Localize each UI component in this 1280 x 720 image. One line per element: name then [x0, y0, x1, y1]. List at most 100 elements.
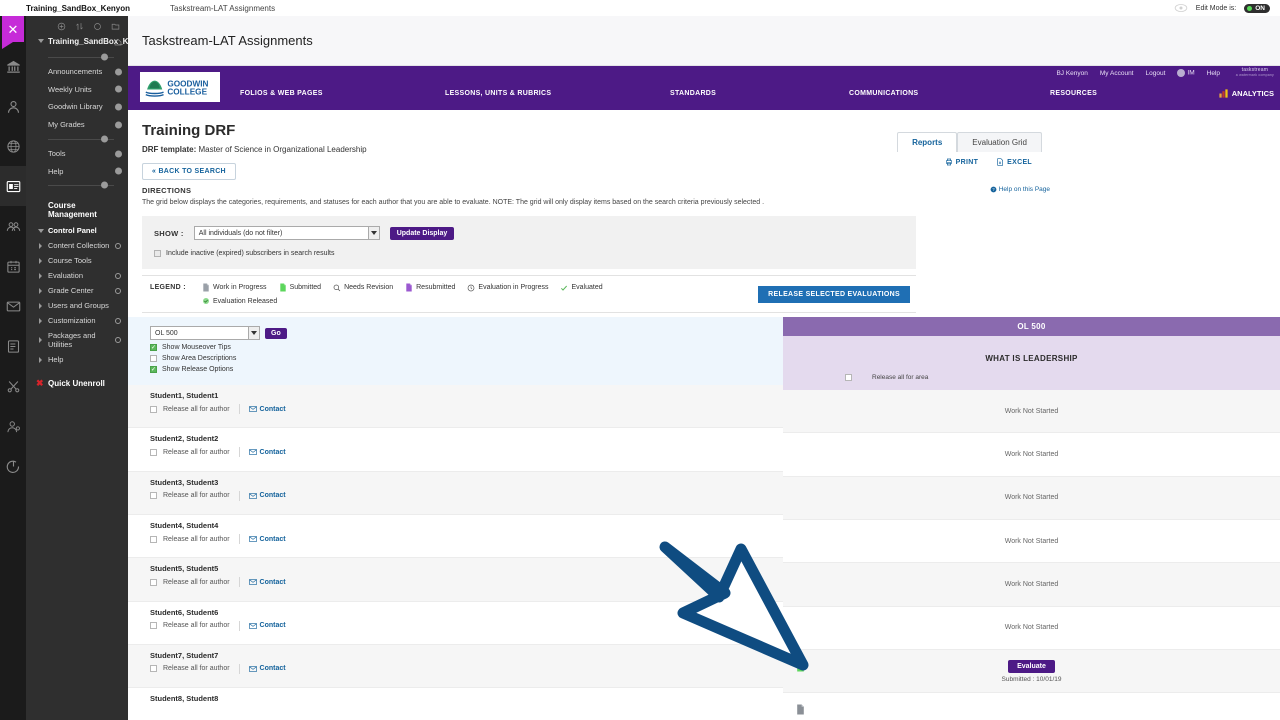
home-icon[interactable]	[114, 38, 122, 50]
nav-link-resources[interactable]: RESOURCES	[1050, 90, 1097, 97]
organizations-icon[interactable]	[0, 206, 26, 246]
nav-link-folios-web-pages[interactable]: FOLIOS & WEB PAGES	[240, 90, 323, 97]
course-menu-title[interactable]: Training_SandBox_Kenyon	[26, 35, 152, 52]
expand-icon[interactable]	[115, 287, 121, 294]
folder-icon[interactable]	[111, 22, 120, 31]
contact-link[interactable]: Contact	[248, 579, 286, 586]
panel-item-customization[interactable]: Customization	[26, 313, 128, 328]
menu-dot-icon[interactable]	[115, 103, 122, 111]
im-link[interactable]: IM	[1177, 69, 1195, 77]
institution-icon[interactable]	[0, 46, 26, 86]
course-menu-item-announcements[interactable]: Announcements	[26, 63, 128, 81]
analytics-link[interactable]: ANALYTICS	[1218, 88, 1274, 99]
control-panel-toggle[interactable]: Control Panel	[26, 223, 128, 238]
tools-icon[interactable]	[0, 366, 26, 406]
messages-icon[interactable]	[0, 286, 26, 326]
calendar-icon[interactable]	[0, 246, 26, 286]
expand-icon[interactable]	[115, 337, 121, 344]
contact-link[interactable]: Contact	[248, 492, 286, 499]
browser-tab-active[interactable]: Training_SandBox_Kenyon	[26, 4, 130, 13]
logout-link[interactable]: Logout	[1146, 70, 1166, 77]
edit-mode-toggle[interactable]: ON	[1244, 3, 1270, 13]
option-show-area-descriptions[interactable]: Show Area Descriptions	[150, 355, 783, 363]
panel-item-content-collection[interactable]: Content Collection	[26, 238, 128, 253]
add-item-icon[interactable]	[57, 22, 66, 31]
menu-dot-icon[interactable]	[115, 167, 122, 175]
menu-dot-icon[interactable]	[101, 135, 108, 143]
profile-icon[interactable]	[0, 86, 26, 126]
logout-icon[interactable]	[0, 446, 26, 486]
close-menu-icon[interactable]: ✕	[2, 16, 24, 49]
menu-dot-icon[interactable]	[115, 85, 122, 93]
area-descriptions-checkbox[interactable]	[150, 355, 157, 363]
quick-unenroll-link[interactable]: ✖ Quick Unenroll	[26, 367, 128, 392]
tasks-icon[interactable]	[0, 326, 26, 366]
menu-dot-icon[interactable]	[101, 53, 108, 61]
courses-icon[interactable]	[0, 166, 26, 206]
browser-tab-secondary[interactable]: Taskstream-LAT Assignments	[170, 4, 275, 13]
help-on-this-page-link[interactable]: ? Help on this Page	[990, 186, 1050, 193]
update-display-button[interactable]: Update Display	[389, 226, 455, 240]
user-name-link[interactable]: BJ Kenyon	[1056, 70, 1087, 77]
menu-dot-icon[interactable]	[115, 68, 122, 76]
panel-item-course-tools[interactable]: Course Tools	[26, 253, 128, 268]
course-menu-item-weekly-units[interactable]: Weekly Units	[26, 81, 128, 99]
menu-dot-icon[interactable]	[101, 181, 108, 189]
support-icon[interactable]	[0, 406, 26, 446]
contact-link[interactable]: Contact	[248, 449, 286, 456]
nav-link-lessons-units-rubrics[interactable]: LESSONS, UNITS & RUBRICS	[445, 90, 551, 97]
panel-item-grade-center[interactable]: Grade Center	[26, 283, 128, 298]
include-inactive-row[interactable]: Include inactive (expired) subscribers i…	[154, 250, 904, 258]
reorder-icon[interactable]	[75, 22, 84, 31]
evaluate-button[interactable]: Evaluate	[1008, 659, 1055, 673]
option-show-release-options[interactable]: ✓ Show Release Options	[150, 366, 783, 374]
print-button[interactable]: PRINT	[945, 158, 979, 166]
panel-item-help[interactable]: Help	[26, 352, 128, 367]
option-show-mouseover-tips[interactable]: ✓ Show Mouseover Tips	[150, 344, 783, 352]
expand-icon[interactable]	[115, 242, 121, 249]
contact-link[interactable]: Contact	[248, 665, 286, 672]
include-inactive-checkbox[interactable]	[154, 250, 161, 258]
contact-link[interactable]: Contact	[248, 622, 286, 629]
refresh-icon[interactable]	[93, 22, 102, 31]
course-menu-item-help[interactable]: Help	[26, 163, 128, 181]
expand-icon[interactable]	[115, 317, 121, 324]
help-link[interactable]: Help	[1207, 70, 1220, 77]
expand-icon[interactable]	[115, 272, 121, 279]
course-menu-item-goodwin-library[interactable]: Goodwin Library	[26, 98, 128, 116]
global-nav-rail[interactable]	[0, 16, 26, 720]
release-all-area-checkbox[interactable]	[845, 374, 852, 382]
release-all-author-checkbox[interactable]	[150, 622, 157, 630]
release-all-area-row[interactable]: Release all for area	[845, 374, 928, 382]
release-options-checkbox[interactable]: ✓	[150, 366, 157, 374]
mouseover-tips-checkbox[interactable]: ✓	[150, 344, 157, 352]
tab-evaluation-grid[interactable]: Evaluation Grid	[957, 132, 1042, 152]
preview-eye-icon[interactable]	[1174, 3, 1188, 13]
menu-dot-icon[interactable]	[115, 121, 122, 129]
panel-item-users-and-groups[interactable]: Users and Groups	[26, 298, 128, 313]
panel-item-packages-and-utilities[interactable]: Packages and Utilities	[26, 328, 128, 352]
panel-item-evaluation[interactable]: Evaluation	[26, 268, 128, 283]
release-all-author-checkbox[interactable]	[150, 535, 157, 543]
release-all-author-checkbox[interactable]	[150, 492, 157, 500]
menu-dot-icon[interactable]	[115, 150, 122, 158]
release-all-author-checkbox[interactable]	[150, 578, 157, 586]
tab-reports[interactable]: Reports	[897, 132, 958, 152]
chevron-down-icon[interactable]	[367, 227, 379, 240]
release-selected-evaluations-button[interactable]: RELEASE SELECTED EVALUATIONS	[758, 286, 910, 304]
contact-link[interactable]: Contact	[248, 406, 286, 413]
nav-link-communications[interactable]: COMMUNICATIONS	[849, 90, 918, 97]
go-button[interactable]: Go	[265, 327, 287, 339]
course-menu-toolbar[interactable]	[26, 16, 128, 35]
course-menu-item-tools[interactable]: Tools	[26, 145, 128, 163]
course-select[interactable]: OL 500	[150, 326, 260, 341]
nav-link-standards[interactable]: STANDARDS	[670, 90, 716, 97]
contact-link[interactable]: Contact	[248, 536, 286, 543]
release-all-author-checkbox[interactable]	[150, 448, 157, 456]
chevron-down-icon[interactable]	[248, 327, 259, 340]
back-to-search-button[interactable]: « BACK TO SEARCH	[142, 163, 236, 180]
show-filter-select[interactable]: All individuals (do not filter)	[193, 226, 380, 241]
release-all-author-checkbox[interactable]	[150, 665, 157, 673]
globe-icon[interactable]	[0, 126, 26, 166]
course-menu-item-my-grades[interactable]: My Grades	[26, 116, 128, 134]
